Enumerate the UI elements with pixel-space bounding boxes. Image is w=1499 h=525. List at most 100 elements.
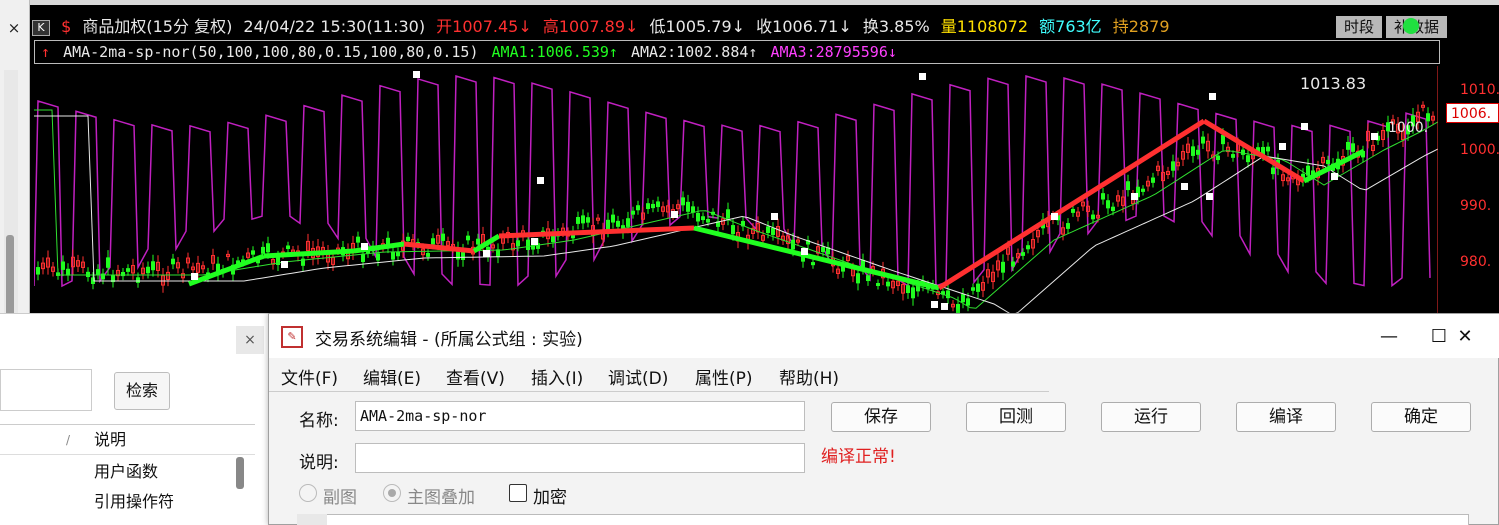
candle-body — [61, 261, 65, 270]
formula-browser-panel: × 检索 / 说明 用户函数 引用操作符 — [0, 313, 268, 525]
signal-marker — [531, 238, 538, 245]
signal-marker — [931, 301, 938, 308]
signal-marker — [361, 243, 368, 250]
candle-body — [631, 210, 635, 215]
menu-file[interactable]: 文件(F) — [281, 364, 338, 389]
candle-body — [66, 268, 70, 276]
quote-volume: 量1108072 — [940, 17, 1029, 36]
instrument-title: 商品加权(15分 复权) — [82, 17, 233, 36]
candle-body — [516, 240, 520, 247]
signal-marker — [1209, 93, 1216, 100]
signal-marker — [1301, 123, 1308, 130]
row-label: 用户函数 — [94, 462, 159, 481]
candle-body — [581, 215, 585, 224]
formula-name: AMA-2ma-sp-nor(50,100,100,80,0.15,100,80… — [63, 43, 479, 61]
formula-editor[interactable] — [297, 514, 1469, 525]
candle-body — [1346, 141, 1350, 150]
search-input[interactable] — [0, 369, 92, 411]
candle-body — [476, 238, 480, 245]
candle-body — [606, 219, 610, 231]
quote-holdings: 持2879 — [1112, 17, 1170, 36]
candle-body — [636, 205, 640, 211]
signal-marker — [1181, 183, 1188, 190]
signal-marker — [537, 177, 544, 184]
signal-marker — [1331, 173, 1338, 180]
close-icon[interactable]: × — [236, 326, 264, 354]
candle-body — [266, 243, 270, 253]
candle-body — [1071, 208, 1075, 213]
formula-line[interactable]: ↑ AMA-2ma-sp-nor(50,100,100,80,0.15,100,… — [34, 40, 1440, 64]
candle-body — [126, 268, 130, 272]
candle-body — [686, 201, 690, 212]
status-dot-icon[interactable] — [1403, 18, 1419, 34]
app-icon: ✎ — [281, 326, 303, 348]
column-header-desc[interactable]: 说明 — [94, 425, 126, 455]
description-input[interactable] — [355, 443, 805, 473]
ok-button[interactable]: 确定 — [1371, 402, 1471, 432]
candle-body — [706, 218, 710, 223]
last-price-tag: 1006. — [1446, 103, 1499, 123]
minimize-icon[interactable]: — — [1369, 322, 1409, 352]
ama3-oscillator-line — [34, 75, 1431, 288]
quote-open: 开1007.45↓ — [436, 17, 532, 36]
candle-body — [646, 203, 650, 210]
name-input[interactable]: AMA-2ma-sp-nor — [355, 401, 805, 431]
column-separator[interactable]: / — [66, 425, 70, 455]
compile-button[interactable]: 编译 — [1236, 402, 1336, 432]
candle-body — [151, 261, 155, 271]
menu-help[interactable]: 帮助(H) — [779, 364, 839, 389]
left-scroll-thumb[interactable] — [6, 235, 14, 320]
candle-body — [771, 227, 775, 236]
timeframe-button[interactable]: 时段 — [1335, 16, 1382, 38]
quote-low: 低1005.79↓ — [649, 17, 746, 36]
main-overlay-radio[interactable] — [383, 484, 401, 502]
candle-body — [1011, 261, 1015, 267]
signal-marker — [671, 211, 678, 218]
candle-body — [651, 203, 655, 209]
signal-marker — [483, 250, 490, 257]
table-scroll-thumb[interactable] — [236, 457, 244, 489]
quote-datetime: 24/04/22 15:30(11:30) — [243, 17, 426, 36]
candle-body — [766, 226, 770, 234]
candle-body — [821, 247, 825, 253]
menu-properties[interactable]: 属性(P) — [695, 364, 753, 389]
dialog-titlebar[interactable]: ✎ 交易系统编辑 - (所属公式组 : 实验) — ☐ ✕ — [269, 314, 1499, 358]
candle-body — [86, 271, 90, 278]
backtest-button[interactable]: 回测 — [966, 402, 1066, 432]
signal-segment — [693, 225, 940, 291]
save-button[interactable]: 保存 — [831, 402, 931, 432]
candle-body — [406, 236, 410, 242]
candle-body — [691, 206, 695, 213]
candlestick-chart[interactable] — [34, 66, 1438, 316]
main-overlay-radio-label: 主图叠加 — [407, 488, 475, 508]
close-icon[interactable]: ✕ — [1445, 322, 1485, 352]
table-row[interactable]: 引用操作符 — [0, 487, 228, 517]
signal-marker — [941, 303, 948, 310]
period-badge[interactable]: K — [32, 19, 50, 36]
candle-body — [96, 269, 100, 275]
high-price-annotation: 1013.83 — [1300, 74, 1367, 93]
signal-marker — [919, 73, 926, 80]
menu-edit[interactable]: 编辑(E) — [363, 364, 421, 389]
menu-bar: 文件(F) 编辑(E) 查看(V) 插入(I) 调试(D) 属性(P) 帮助(H… — [269, 360, 1049, 392]
candle-body — [701, 216, 705, 221]
candle-body — [696, 212, 700, 222]
candle-body — [1246, 155, 1250, 163]
close-icon[interactable]: × — [4, 18, 24, 38]
candle-body — [1091, 214, 1095, 220]
search-button[interactable]: 检索 — [114, 372, 170, 410]
menu-insert[interactable]: 插入(I) — [531, 364, 583, 389]
menu-debug[interactable]: 调试(D) — [608, 364, 668, 389]
run-button[interactable]: 运行 — [1101, 402, 1201, 432]
top-toolbar-strip — [30, 0, 1499, 5]
menu-view[interactable]: 查看(V) — [446, 364, 505, 389]
candle-body — [391, 251, 395, 260]
encrypt-checkbox[interactable] — [509, 484, 527, 502]
candle-body — [1351, 143, 1355, 152]
table-row[interactable]: 用户函数 — [0, 457, 228, 487]
signal-marker — [281, 261, 288, 268]
price-label: 990. — [1460, 198, 1492, 214]
candle-body — [1151, 177, 1155, 183]
subchart-radio[interactable] — [299, 484, 317, 502]
quote-close: 收1006.71↓ — [756, 17, 852, 36]
